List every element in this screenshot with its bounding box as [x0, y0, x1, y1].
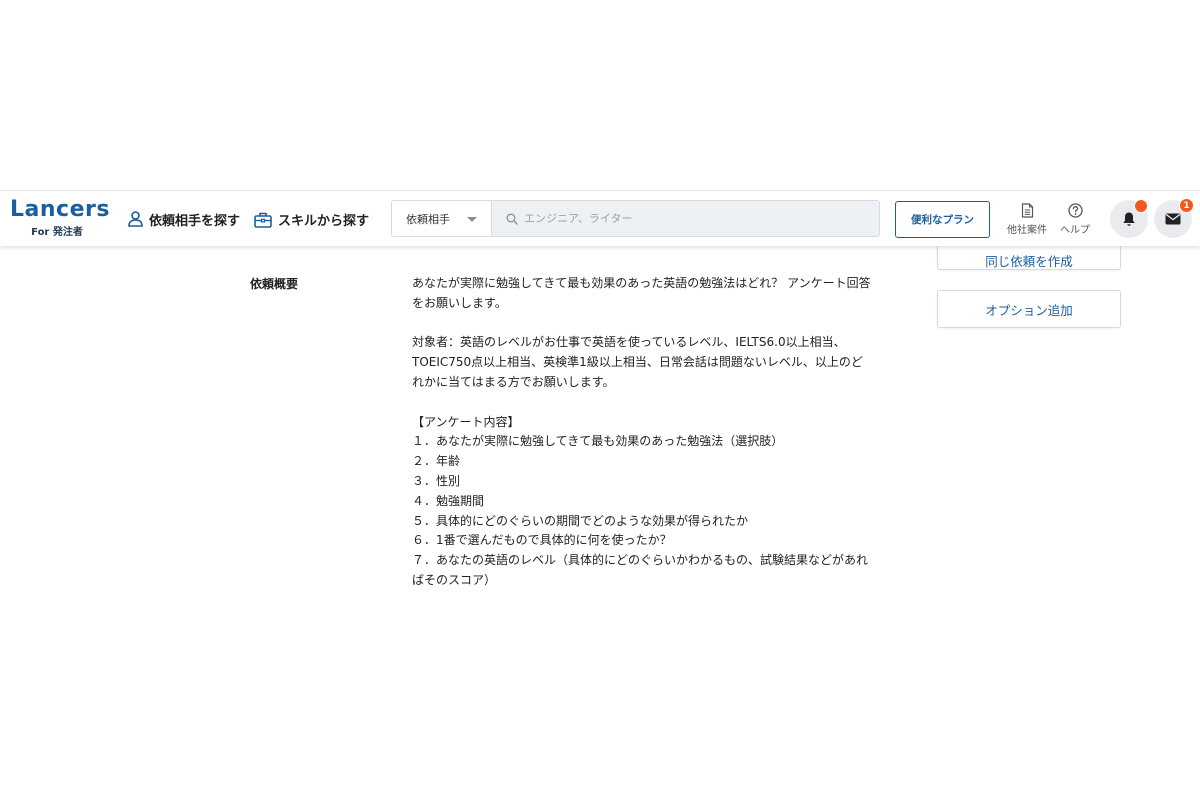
add-option-label: オプション追加: [985, 302, 1073, 318]
bell-icon: [1123, 212, 1135, 226]
survey-item: ６．1番で選んだもので具体的に何を使ったか？: [412, 533, 672, 548]
document-icon: [1021, 203, 1033, 218]
nav-find-by-skill-label: スキルから探す: [278, 213, 370, 229]
request-overview-text: あなたが実際に勉強してきて最も効果のあった英語の勉強法はどれ？ アンケート回答を…: [412, 274, 872, 591]
other-company-projects-link[interactable]: 他社案件: [1007, 203, 1047, 236]
create-same-request-label: 同じ依頼を作成: [985, 253, 1073, 269]
nav-find-partner-label: 依頼相手を探す: [149, 213, 241, 229]
unread-message-count: 1: [1179, 198, 1194, 213]
briefcase-icon: [254, 212, 272, 228]
site-header: Lancers For 発注者 依頼相手を探す スキルから探す 依頼相手 エンジ…: [0, 190, 1200, 246]
survey-item: １．あなたが実際に勉強してきて最も効果のあった勉強法（選択肢）: [412, 434, 784, 449]
help-label: ヘルプ: [1060, 225, 1090, 236]
notification-dot: [1134, 199, 1148, 213]
survey-item: ２．年齢: [412, 454, 461, 469]
nav-find-partner[interactable]: 依頼相手を探す: [128, 209, 240, 229]
overview-paragraph-1: あなたが実際に勉強してきて最も効果のあった英語の勉強法はどれ？ アンケート回答を…: [412, 276, 871, 310]
nav-find-by-skill[interactable]: スキルから探す: [254, 209, 369, 229]
messages-button[interactable]: 1: [1154, 198, 1194, 238]
question-circle-icon: [1067, 203, 1083, 218]
survey-item: ３．性別: [412, 473, 461, 488]
logo-wordmark: Lancers: [10, 197, 110, 222]
survey-item: ５．具体的にどのぐらいの期間でどのような効果が得られたか: [412, 513, 749, 528]
search-bar: 依頼相手: [391, 200, 880, 237]
request-overview-label: 依頼概要: [250, 277, 299, 291]
notifications-button[interactable]: [1110, 199, 1148, 238]
lancers-logo[interactable]: Lancers For 発注者: [10, 197, 110, 239]
help-link[interactable]: ヘルプ: [1060, 203, 1090, 236]
survey-item: ４．勉強期間: [412, 493, 485, 508]
survey-section-heading: 【アンケート内容】: [412, 414, 520, 429]
overview-paragraph-2: 対象者：英語のレベルがお仕事で英語を使っているレベル、IELTS6.0以上相当、…: [412, 335, 863, 389]
envelope-icon: [1165, 213, 1181, 225]
search-category-value: 依頼相手: [406, 212, 450, 226]
person-icon: [128, 211, 143, 227]
logo-subtitle: For 発注者: [31, 227, 83, 238]
search-category-select[interactable]: 依頼相手: [392, 201, 492, 236]
search-icon: [506, 213, 518, 225]
survey-item: ７．あなたの英語のレベル（具体的にどのぐらいかわかるもの、試験結果などがあればそ…: [412, 553, 869, 587]
useful-plan-button[interactable]: 便利なプラン: [895, 201, 990, 238]
search-input[interactable]: [524, 212, 844, 225]
add-option-button[interactable]: オプション追加: [937, 290, 1121, 328]
search-input-wrapper: [492, 201, 879, 236]
caret-down-icon: [467, 217, 477, 222]
other-company-projects-label: 他社案件: [1007, 225, 1047, 236]
